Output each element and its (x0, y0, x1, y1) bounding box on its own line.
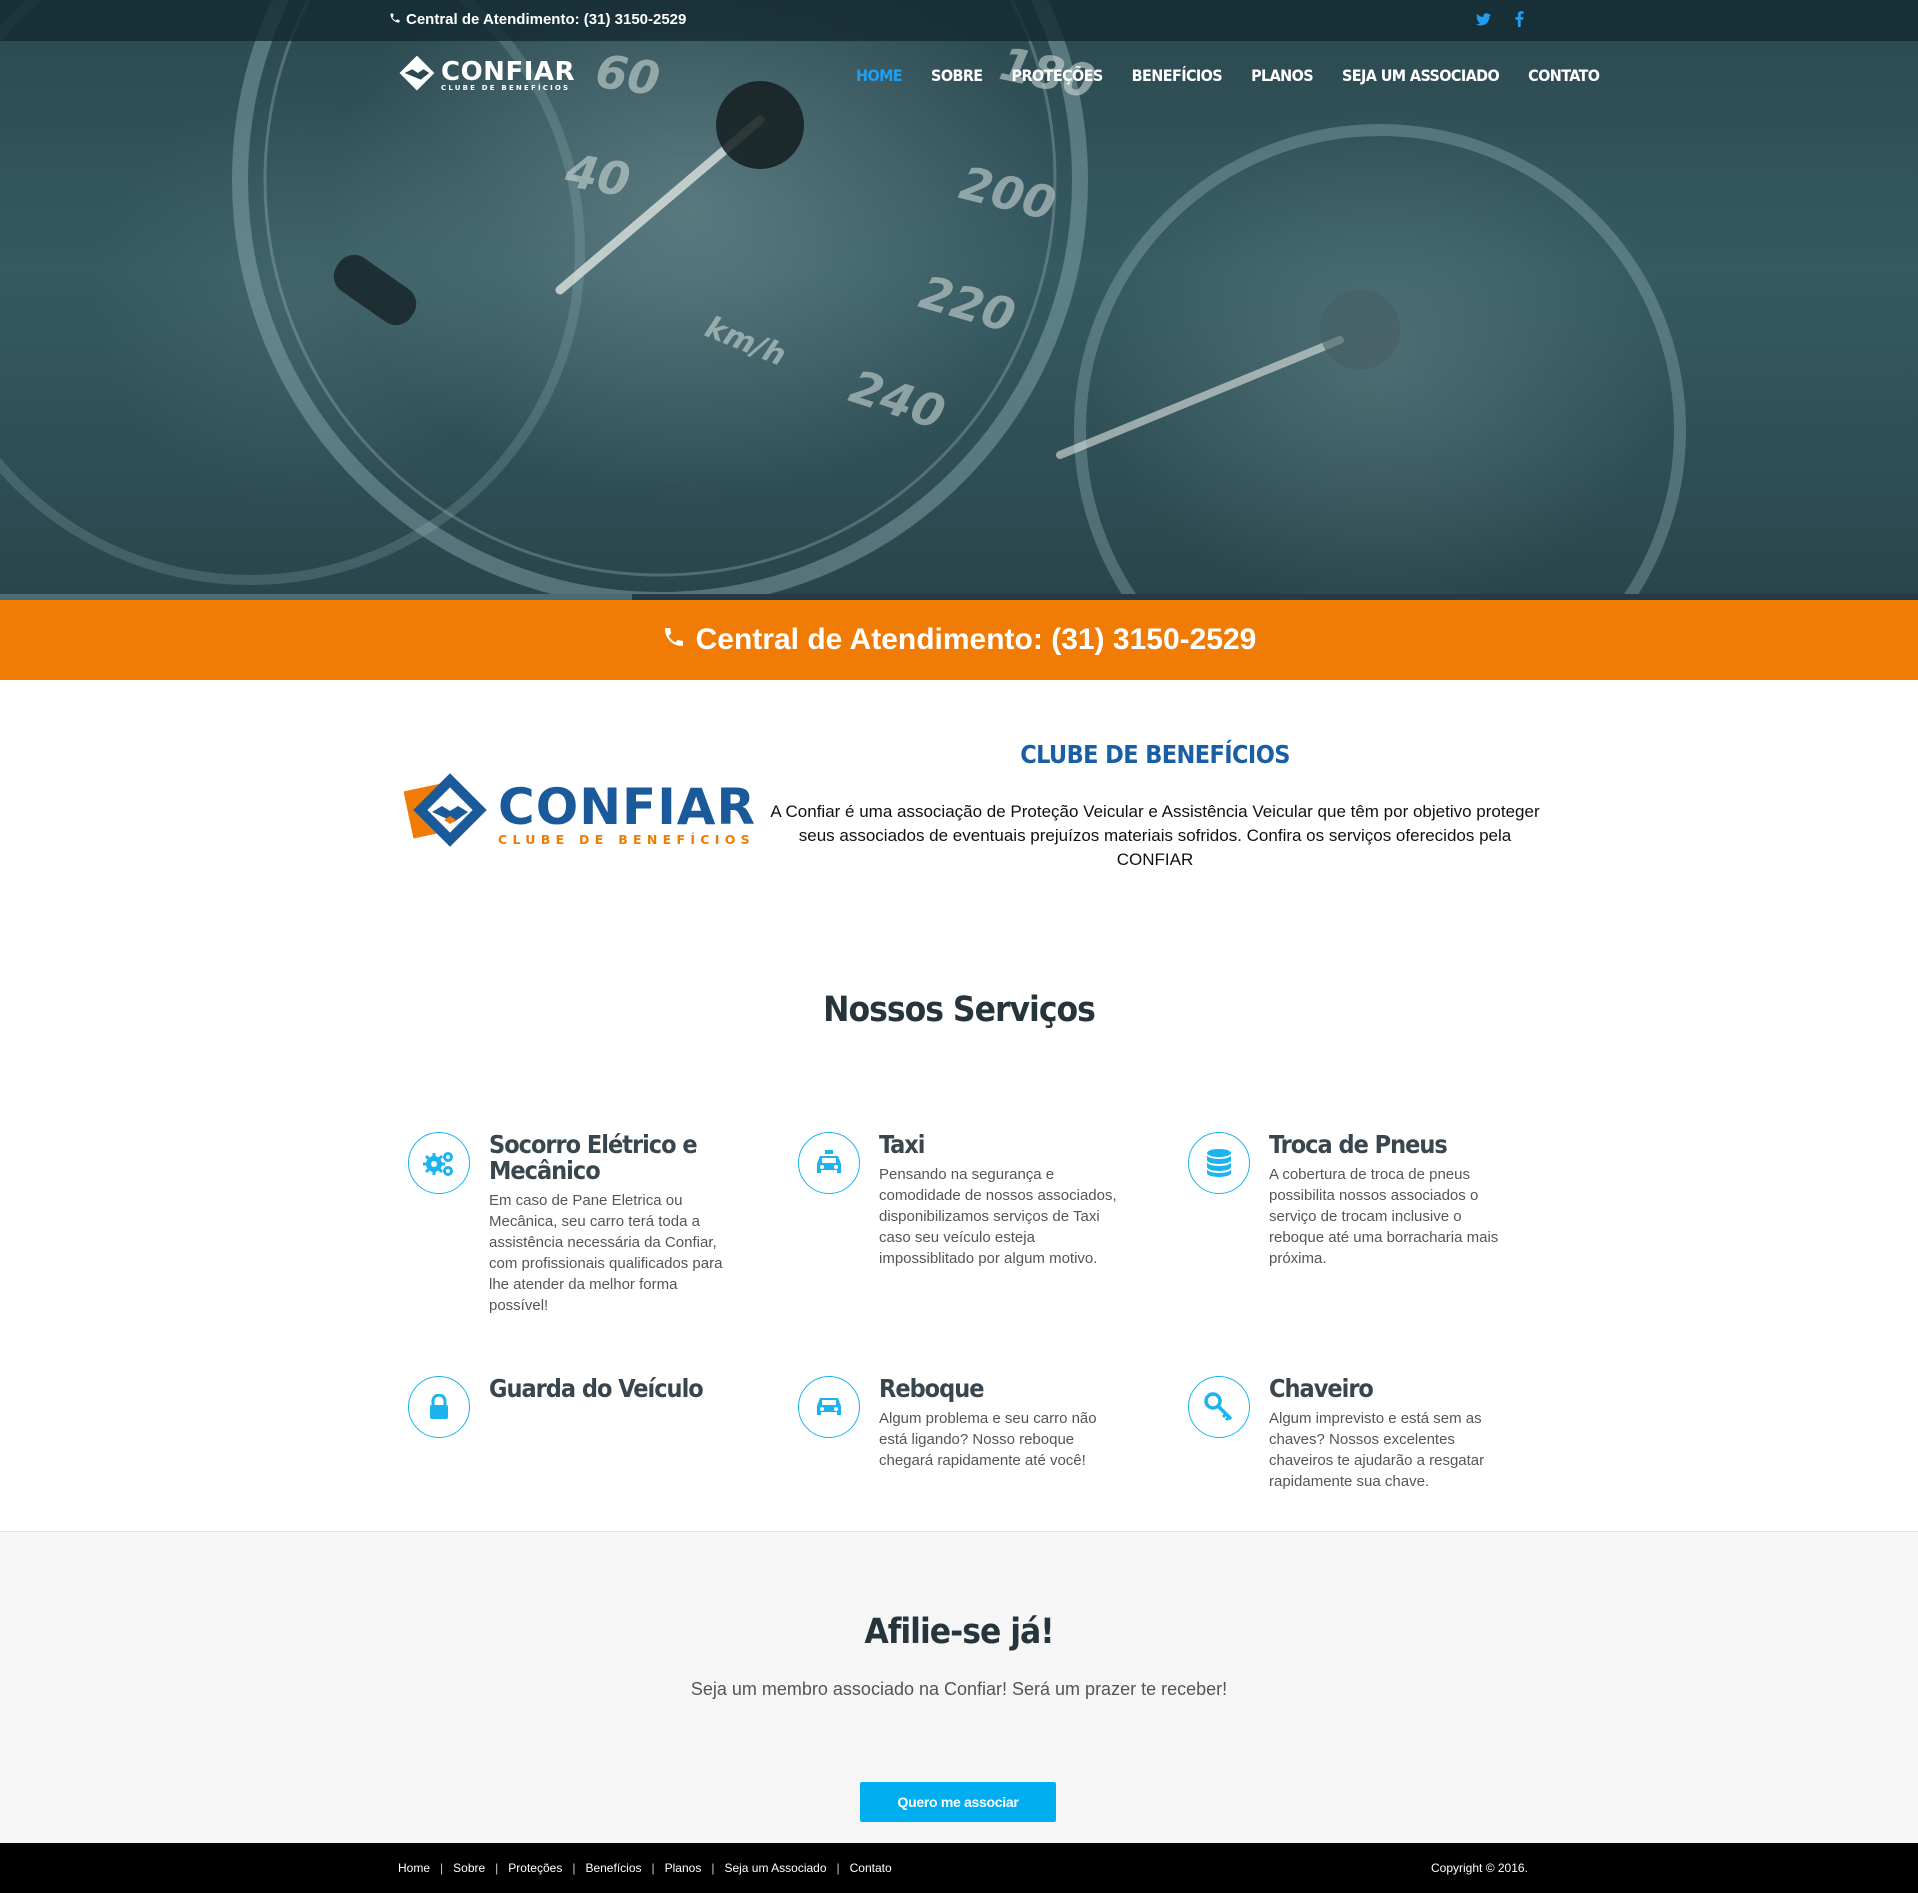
nav-planos[interactable]: PLANOS (1251, 66, 1314, 85)
hero-banner: 60 40 180 200 220 240 km/h (0, 0, 1918, 600)
nav-protecoes[interactable]: PROTEÇÕES (1012, 66, 1104, 85)
footer-links: Home | Sobre | Proteções | Benefícios | Plan… (398, 1861, 892, 1875)
footer-link-planos[interactable]: Planos (665, 1861, 702, 1875)
service-title: Socorro Elétrico e Mecânico (489, 1130, 698, 1185)
car-icon (798, 1376, 860, 1438)
phone-icon (662, 623, 686, 657)
about-text: A Confiar é uma associação de Proteção V… (770, 802, 1540, 869)
nav-contato[interactable]: CONTATO (1528, 66, 1600, 85)
support-phone-text: Central de Atendimento: (31) 3150-2529 (695, 623, 1257, 656)
service-text: Em caso de Pane Eletrica ou Mecânica, se… (489, 1192, 723, 1314)
footer-link-home[interactable]: Home (398, 1861, 430, 1875)
footer-link-protecoes[interactable]: Proteções (508, 1861, 562, 1875)
key-icon (1188, 1376, 1250, 1438)
service-text: A cobertura de troca de pneus possibilit… (1269, 1166, 1499, 1267)
footer-link-sobre[interactable]: Sobre (453, 1861, 485, 1875)
footer-link-seja-associado[interactable]: Seja um Associado (724, 1861, 826, 1875)
speedometer-background: 60 40 180 200 220 240 km/h (0, 0, 1686, 600)
header-logo-sub: CLUBE DE BENEFÍCIOS (441, 84, 571, 92)
service-text: Algum problema e seu carro não está liga… (879, 1410, 1097, 1469)
service-title: Guarda do Veículo (489, 1374, 704, 1403)
twitter-icon[interactable] (1472, 8, 1494, 30)
about-title: CLUBE DE BENEFÍCIOS (1020, 740, 1290, 769)
database-icon (1188, 1132, 1250, 1194)
join-section: Afilie-se já! Seja um membro associado n… (0, 1531, 1918, 1843)
about-logo-sub: CLUBE DE BENEFÍCIOS (498, 831, 755, 847)
nav-beneficios[interactable]: BENEFÍCIOS (1132, 66, 1223, 85)
gauge-label-240: 240 (843, 359, 951, 440)
handshake-logo-icon (403, 772, 490, 859)
service-text: Pensando na segurança e comodidade de no… (879, 1166, 1117, 1267)
header-logo[interactable]: CONFIAR CLUBE DE BENEFÍCIOS (397, 55, 576, 97)
support-phone-bar: Central de Atendimento: (31) 3150-2529 (0, 600, 1918, 680)
gears-icon (408, 1132, 470, 1194)
facebook-icon[interactable] (1508, 8, 1530, 30)
top-phone-text: Central de Atendimento: (31) 3150-2529 (406, 11, 687, 28)
service-text: Algum imprevisto e está sem as chaves? N… (1269, 1410, 1485, 1490)
gauge-label-200: 200 (955, 156, 1061, 232)
service-title: Troca de Pneus (1269, 1130, 1448, 1159)
nav-sobre[interactable]: SOBRE (931, 66, 983, 85)
lock-icon (408, 1376, 470, 1438)
footer: Home | Sobre | Proteções | Benefícios | Plan… (0, 1843, 1918, 1893)
copyright: Copyright © 2016. (1431, 1861, 1528, 1875)
main-nav: HOME SOBRE PROTEÇÕES BENEFÍCIOS PLANOS S… (856, 66, 1628, 85)
gauge-label-60: 60 (592, 44, 663, 106)
top-bar: Central de Atendimento: (31) 3150-2529 (0, 0, 1918, 41)
nav-home[interactable]: HOME (856, 66, 903, 85)
handshake-logo-icon (397, 55, 435, 97)
footer-link-beneficios[interactable]: Benefícios (585, 1861, 641, 1875)
header-logo-word: CONFIAR (441, 57, 576, 87)
taxi-icon (798, 1132, 860, 1194)
service-title: Reboque (879, 1374, 985, 1403)
nav-seja-associado[interactable]: SEJA UM ASSOCIADO (1342, 66, 1500, 85)
phone-icon (389, 11, 401, 28)
about-logo: CONFIAR CLUBE DE BENEFÍCIOS (403, 772, 757, 859)
services-title: Nossos Serviços (823, 990, 1096, 1030)
gauge-label-40: 40 (561, 143, 634, 207)
gauge-label-unit: km/h (700, 310, 791, 374)
join-title: Afilie-se já! (864, 1612, 1054, 1652)
service-title: Taxi (879, 1130, 926, 1159)
about-logo-word: CONFIAR (498, 777, 757, 836)
join-button[interactable]: Quero me associar (860, 1782, 1056, 1822)
gauge-label-220: 220 (914, 265, 1021, 343)
footer-link-contato[interactable]: Contato (850, 1861, 892, 1875)
top-phone: Central de Atendimento: (31) 3150-2529 (389, 11, 686, 28)
service-title: Chaveiro (1269, 1374, 1374, 1403)
join-text: Seja um membro associado na Confiar! Ser… (690, 1679, 1228, 1699)
